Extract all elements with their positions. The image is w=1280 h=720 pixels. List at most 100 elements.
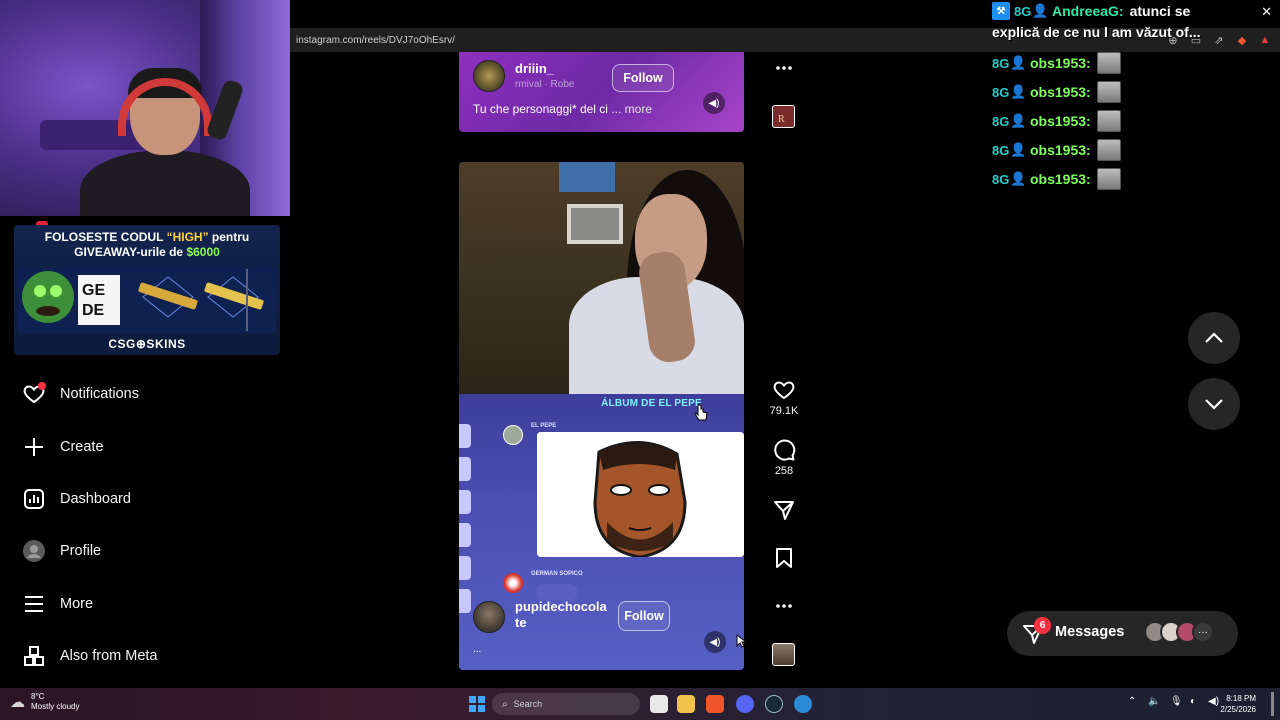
top-reel-audio-thumbnail[interactable]: R xyxy=(772,105,795,128)
video-chat-name: GERMAN SOPICO xyxy=(531,571,583,577)
show-desktop-button[interactable] xyxy=(1271,692,1274,716)
heart-icon xyxy=(773,381,795,400)
like-count: 79.1K xyxy=(769,405,799,417)
sidebar-item-create[interactable]: Create xyxy=(22,433,104,461)
previous-reel-button[interactable] xyxy=(1188,312,1240,364)
chat-badge-person-icon: 👤 xyxy=(1010,113,1027,128)
sidebar-item-profile[interactable]: Profile xyxy=(22,537,101,565)
file-explorer-icon[interactable] xyxy=(677,695,695,713)
volume-icon[interactable]: ◀) xyxy=(704,631,726,653)
chat-badge-8g: 8G xyxy=(992,55,1010,71)
close-reel-button[interactable]: ✕ xyxy=(1261,4,1272,20)
sidebar-item-dashboard[interactable]: Dashboard xyxy=(22,485,131,513)
chat-username: AndreeaG: xyxy=(1052,3,1124,19)
chat-emote-icon xyxy=(1096,168,1121,190)
chat-emote-icon xyxy=(1096,52,1121,74)
chat-emote-icon xyxy=(1096,139,1121,161)
reel-caption: Tu che personaggi* del ci ... more xyxy=(473,102,653,116)
discord-icon[interactable] xyxy=(736,695,754,713)
address-bar[interactable]: instagram.com/reels/DVJ7oOhEsrv/ xyxy=(296,35,455,46)
system-clock[interactable]: 8:18 PM 2/25/2026 xyxy=(1220,693,1256,715)
chat-badge-8g: 8G xyxy=(992,142,1010,158)
video-sidebar-tabs xyxy=(459,424,471,634)
messages-avatars[interactable]: ··· xyxy=(1144,621,1214,643)
hand-cursor-icon xyxy=(694,404,708,421)
heart-icon xyxy=(22,382,46,406)
reel-author-username[interactable]: driiin_ xyxy=(515,61,554,76)
chevron-down-icon xyxy=(1205,399,1223,410)
sidebar-item-also-from-meta[interactable]: Also from Meta xyxy=(22,642,158,670)
globe-app-icon[interactable] xyxy=(794,695,812,713)
microphone-icon[interactable]: 🎙 xyxy=(1170,696,1183,707)
share-button[interactable] xyxy=(770,498,798,522)
clock-time: 8:18 PM xyxy=(1226,694,1256,703)
chat-username: obs1953: xyxy=(1030,171,1091,187)
giveaway-promo-banner: FOLOSESTE CODUL “HIGH” pentru GIVEAWAY-u… xyxy=(14,225,280,355)
screen: instagram.com/reels/DVJ7oOhEsrv/ ⊕ ▭ ⇗ ◆… xyxy=(0,0,1280,720)
chat-emote-icon xyxy=(1096,110,1121,132)
like-button[interactable]: 79.1K xyxy=(770,378,798,417)
comment-button[interactable]: 258 xyxy=(770,438,798,477)
video-chat-avatar xyxy=(503,425,523,445)
save-button[interactable] xyxy=(770,546,798,570)
chat-badge-person-icon: 👤 xyxy=(1010,84,1027,99)
video-meme-image xyxy=(537,432,744,557)
meta-grid-icon xyxy=(22,644,46,668)
caption-more-link[interactable]: ... more xyxy=(611,102,652,116)
reel-caption-ellipsis[interactable]: ... xyxy=(473,644,481,655)
sidebar-item-more[interactable]: More xyxy=(22,590,93,618)
follow-button[interactable]: Follow xyxy=(618,601,670,631)
more-dots-icon xyxy=(776,66,792,70)
sidebar-item-label: More xyxy=(60,596,94,612)
profile-avatar-icon xyxy=(22,539,46,563)
reel-author-avatar[interactable] xyxy=(473,60,505,92)
plus-icon xyxy=(22,435,46,459)
next-reel-button[interactable] xyxy=(1188,378,1240,430)
search-icon: ⌕ xyxy=(502,698,508,710)
taskbar-search[interactable]: ⌕ Search xyxy=(492,693,640,715)
headset-icon[interactable]: ◐ xyxy=(1190,696,1196,707)
reel-audio-thumbnail[interactable] xyxy=(772,643,795,666)
chat-message: ⚒ 8G 👤 AndreeaG: atunci se xyxy=(992,2,1190,20)
chat-text: atunci se xyxy=(1129,3,1191,19)
send-icon xyxy=(774,501,794,520)
chat-emote-icon xyxy=(1096,81,1121,103)
tray-chevron-up-icon[interactable]: ⌃ xyxy=(1128,696,1136,707)
steam-icon[interactable] xyxy=(765,695,783,713)
sidebar-item-label: Create xyxy=(60,439,104,455)
volume-icon[interactable]: ◀) xyxy=(703,92,725,114)
chevron-up-icon xyxy=(1205,332,1223,343)
chat-badge-8g: 8G xyxy=(1014,3,1032,19)
chat-badge-person-icon: 👤 xyxy=(1010,171,1027,186)
brave-shield-icon[interactable]: ◆ xyxy=(1235,33,1249,47)
reel-author-username[interactable]: pupidechocolate xyxy=(515,599,610,631)
reel-author-avatar[interactable] xyxy=(473,601,505,633)
chat-badge-person-icon: 👤 xyxy=(1032,3,1049,18)
share-icon[interactable]: ⇗ xyxy=(1212,33,1226,47)
brave-rewards-icon[interactable]: ▲ xyxy=(1258,33,1272,47)
weather-widget[interactable]: ☁ 8°C Mostly cloudy xyxy=(10,692,79,712)
speaker-icon[interactable]: 🔈 xyxy=(1148,696,1160,707)
reel-more-button[interactable] xyxy=(770,596,798,616)
reel-audio-label[interactable]: rmival · Robe xyxy=(515,79,574,90)
sidebar-item-notifications[interactable]: Notifications xyxy=(22,380,139,408)
follow-button[interactable]: Follow xyxy=(612,64,674,92)
messages-unread-badge: 6 xyxy=(1034,617,1051,634)
windows-taskbar: ☁ 8°C Mostly cloudy ⌕ Search ⌃ 🔈 🎙 ◐ ◀) … xyxy=(0,688,1280,720)
more-dots-icon xyxy=(776,604,792,608)
arrow-cursor-icon xyxy=(736,634,746,648)
chat-badge-icon: ⚒ xyxy=(992,2,1010,20)
task-view-icon[interactable] xyxy=(650,695,668,713)
previous-reel-video[interactable]: driiin_ rmival · Robe Follow Tu che pers… xyxy=(459,52,744,132)
start-button[interactable] xyxy=(469,696,485,712)
top-reel-more-button[interactable] xyxy=(770,58,798,78)
dashboard-icon xyxy=(22,487,46,511)
search-placeholder: Search xyxy=(513,699,543,709)
chat-username: obs1953: xyxy=(1030,84,1091,100)
brave-browser-icon[interactable] xyxy=(706,695,724,713)
messages-label: Messages xyxy=(1055,624,1125,640)
chat-username: obs1953: xyxy=(1030,113,1091,129)
chat-badge-8g: 8G xyxy=(992,84,1010,100)
volume-tray-icon[interactable]: ◀) xyxy=(1208,696,1219,707)
chat-badge-person-icon: 👤 xyxy=(1010,55,1027,70)
